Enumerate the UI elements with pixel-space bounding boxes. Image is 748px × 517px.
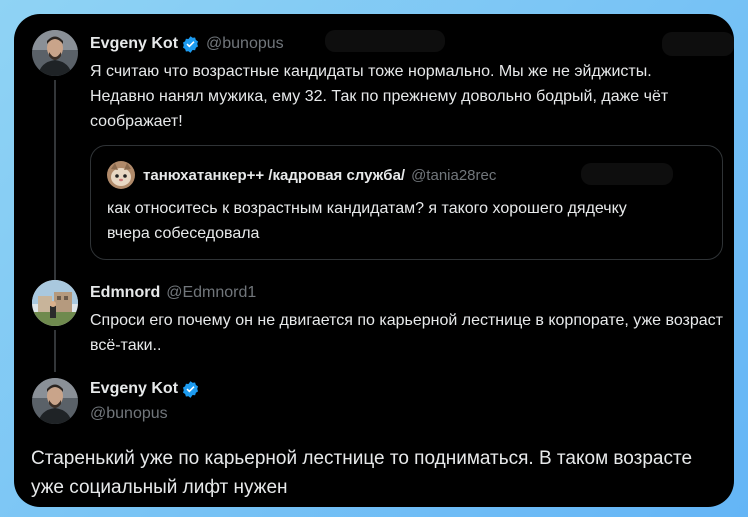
tweet2-header: Edmnord @Edmnord1 xyxy=(90,281,256,305)
tweet1-handle[interactable]: @bunopus xyxy=(206,35,284,53)
tweet3-name-row: Evgeny Kot xyxy=(90,377,200,401)
tweet1-header: Evgeny Kot @bunopus xyxy=(90,32,284,56)
quote-text: как относитесь к возрастным кандидатам? … xyxy=(107,200,627,242)
avatar-edmnord[interactable] xyxy=(32,280,78,326)
tweet3-text: Старенький уже по карьерной лестнице то … xyxy=(31,448,693,498)
tweet2-handle[interactable]: @Edmnord1 xyxy=(166,284,256,302)
quote-header: танюхатанкер++ /кадровая служба/ @tania2… xyxy=(143,163,496,187)
quoted-tweet[interactable]: танюхатанкер++ /кадровая служба/ @tania2… xyxy=(90,145,723,260)
tweet3-handle-row: @bunopus xyxy=(90,402,168,426)
avatar-evgeny-kot[interactable] xyxy=(32,30,78,76)
redacted-block xyxy=(325,30,445,52)
tweet1-text: Я считаю что возрастные кандидаты тоже н… xyxy=(90,63,669,130)
tweet3-display-name[interactable]: Evgeny Kot xyxy=(90,380,178,398)
quote-handle[interactable]: @tania28rec xyxy=(411,167,496,184)
tweet3-handle[interactable]: @bunopus xyxy=(90,405,168,423)
tweet2-display-name[interactable]: Edmnord xyxy=(90,284,160,302)
thread-line xyxy=(54,80,56,290)
tweet1-display-name[interactable]: Evgeny Kot xyxy=(90,35,178,53)
tweet-thread-card: Evgeny Kot @bunopus Я считаю что возраст… xyxy=(14,14,734,507)
avatar-tania28rec[interactable] xyxy=(107,161,135,189)
verified-badge-icon xyxy=(182,35,199,53)
quote-display-name[interactable]: танюхатанкер++ /кадровая служба/ xyxy=(143,167,405,184)
tweet2-text: Спроси его почему он не двигается по кар… xyxy=(90,312,723,354)
avatar-evgeny-kot[interactable] xyxy=(32,378,78,424)
redacted-block xyxy=(581,163,673,185)
redacted-block xyxy=(662,32,734,56)
thread-line xyxy=(54,330,56,372)
verified-badge-icon xyxy=(182,380,199,398)
